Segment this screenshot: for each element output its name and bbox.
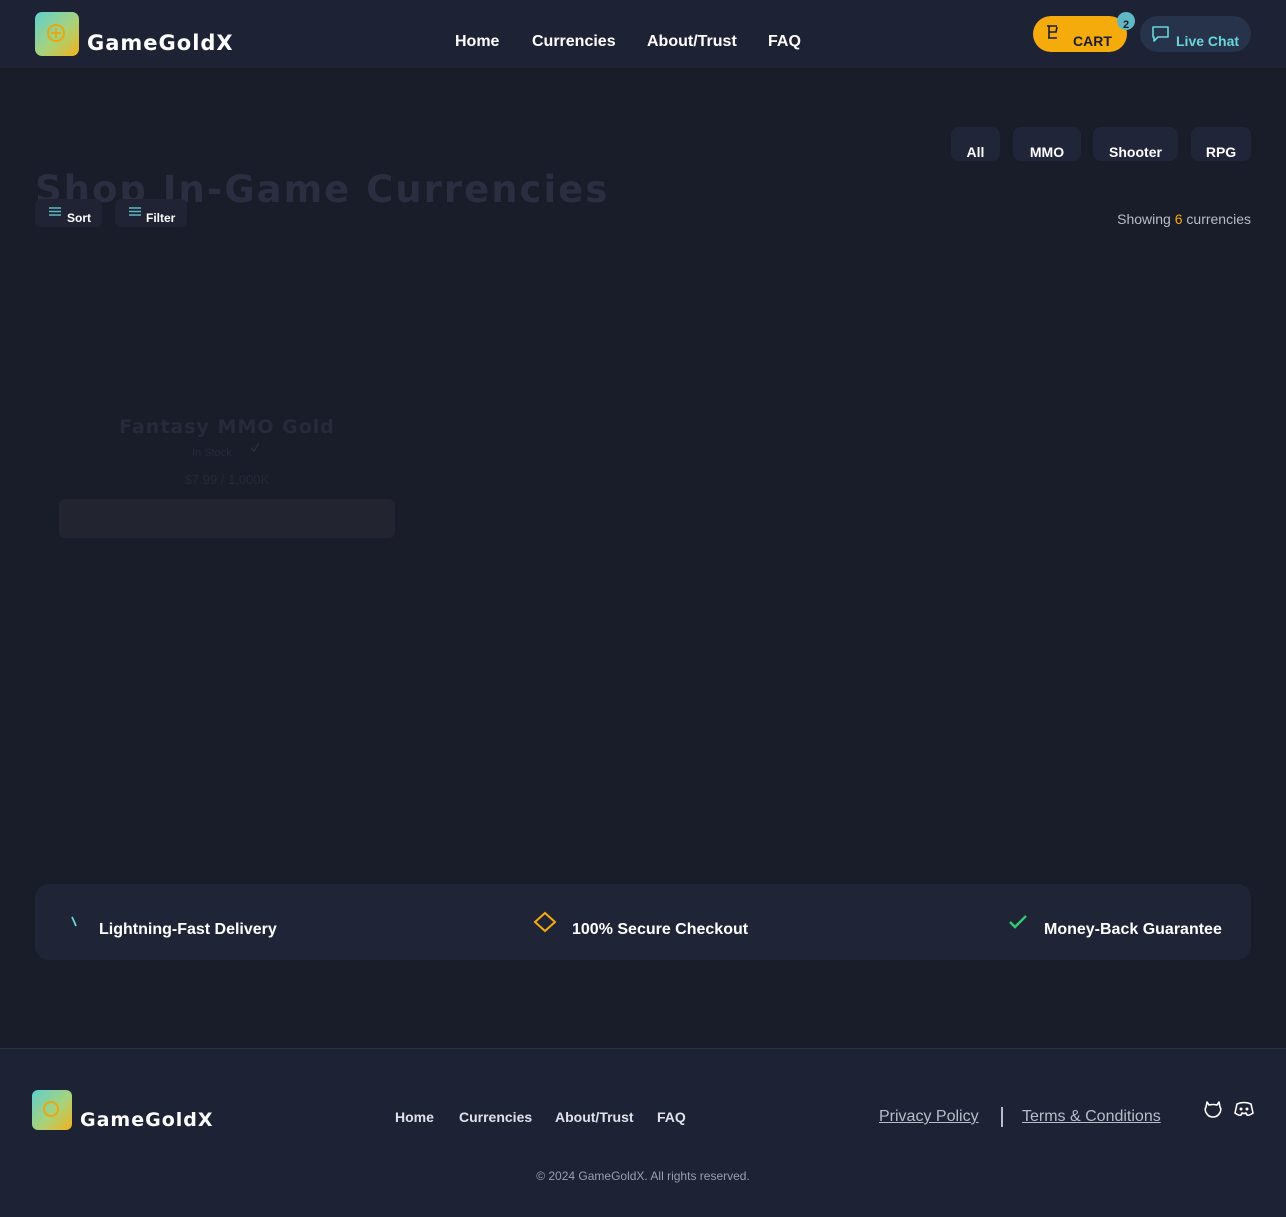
- footer-nav-faq[interactable]: FAQ: [657, 1109, 686, 1125]
- result-count: Showing 6 currencies: [1117, 211, 1251, 227]
- chat-icon: [1152, 26, 1169, 42]
- nav-home[interactable]: Home: [455, 33, 499, 51]
- menu-lines-icon: [49, 207, 61, 216]
- logo-icon[interactable]: [35, 12, 79, 56]
- nav-about-trust[interactable]: About/Trust: [647, 33, 737, 51]
- footer-nav-about-trust[interactable]: About/Trust: [555, 1109, 634, 1125]
- category-all[interactable]: All: [951, 127, 1000, 161]
- showing-prefix: Showing: [1117, 211, 1171, 227]
- category-shooter[interactable]: Shooter: [1093, 127, 1178, 161]
- footer-nav-home[interactable]: Home: [395, 1109, 434, 1125]
- site-footer: GameGoldX Home Currencies About/Trust FA…: [0, 1048, 1286, 1217]
- footer-brand-name[interactable]: GameGoldX: [80, 1109, 214, 1131]
- discord-icon[interactable]: [1233, 1099, 1255, 1119]
- trust-money-back: Money-Back Guarantee: [1044, 921, 1222, 938]
- cart-count-badge: 2: [1117, 12, 1135, 31]
- brand-name[interactable]: GameGoldX: [87, 31, 234, 55]
- logo-icon[interactable]: [32, 1090, 72, 1130]
- live-chat-label: Live Chat: [1176, 33, 1240, 49]
- trust-bar: Lightning-Fast Delivery 100% Secure Chec…: [35, 884, 1251, 960]
- showing-suffix: currencies: [1186, 211, 1251, 227]
- check-icon: [250, 442, 260, 452]
- category-rpg[interactable]: RPG: [1191, 127, 1251, 161]
- check-icon: [1009, 915, 1027, 929]
- diamond-icon: [533, 911, 557, 933]
- github-icon[interactable]: [1202, 1099, 1224, 1119]
- menu-lines-icon: [129, 207, 141, 216]
- showing-count: 6: [1174, 211, 1183, 227]
- filter-button[interactable]: Filter: [115, 199, 187, 227]
- bolt-icon: [71, 916, 77, 927]
- nav-faq[interactable]: FAQ: [768, 33, 801, 51]
- sort-button[interactable]: Sort: [35, 199, 102, 227]
- category-mmo[interactable]: MMO: [1013, 127, 1081, 161]
- cart-button[interactable]: CART: [1033, 16, 1127, 52]
- product-price: $7.99 / 1,000K: [184, 472, 270, 487]
- trust-secure-checkout: 100% Secure Checkout: [572, 921, 749, 938]
- product-name: Fantasy MMO Gold: [119, 416, 335, 438]
- copyright: © 2024 GameGoldX. All rights reserved.: [536, 1169, 750, 1183]
- sort-label: Sort: [67, 211, 91, 225]
- site-header: GameGoldX Home Currencies About/Trust FA…: [0, 0, 1286, 68]
- footer-nav-currencies[interactable]: Currencies: [459, 1109, 532, 1125]
- terms-link[interactable]: Terms & Conditions: [1022, 1108, 1161, 1126]
- legal-divider: [1001, 1107, 1003, 1127]
- cart-label: CART: [1073, 33, 1112, 49]
- stock-status: In Stock: [192, 447, 232, 459]
- add-to-cart-button[interactable]: [59, 499, 395, 538]
- filter-label: Filter: [146, 211, 176, 225]
- trust-fast-delivery: Lightning-Fast Delivery: [99, 921, 277, 938]
- cart-icon: [1047, 25, 1058, 39]
- privacy-policy-link[interactable]: Privacy Policy: [879, 1108, 979, 1126]
- live-chat-button[interactable]: Live Chat: [1140, 16, 1251, 52]
- nav-currencies[interactable]: Currencies: [532, 33, 616, 51]
